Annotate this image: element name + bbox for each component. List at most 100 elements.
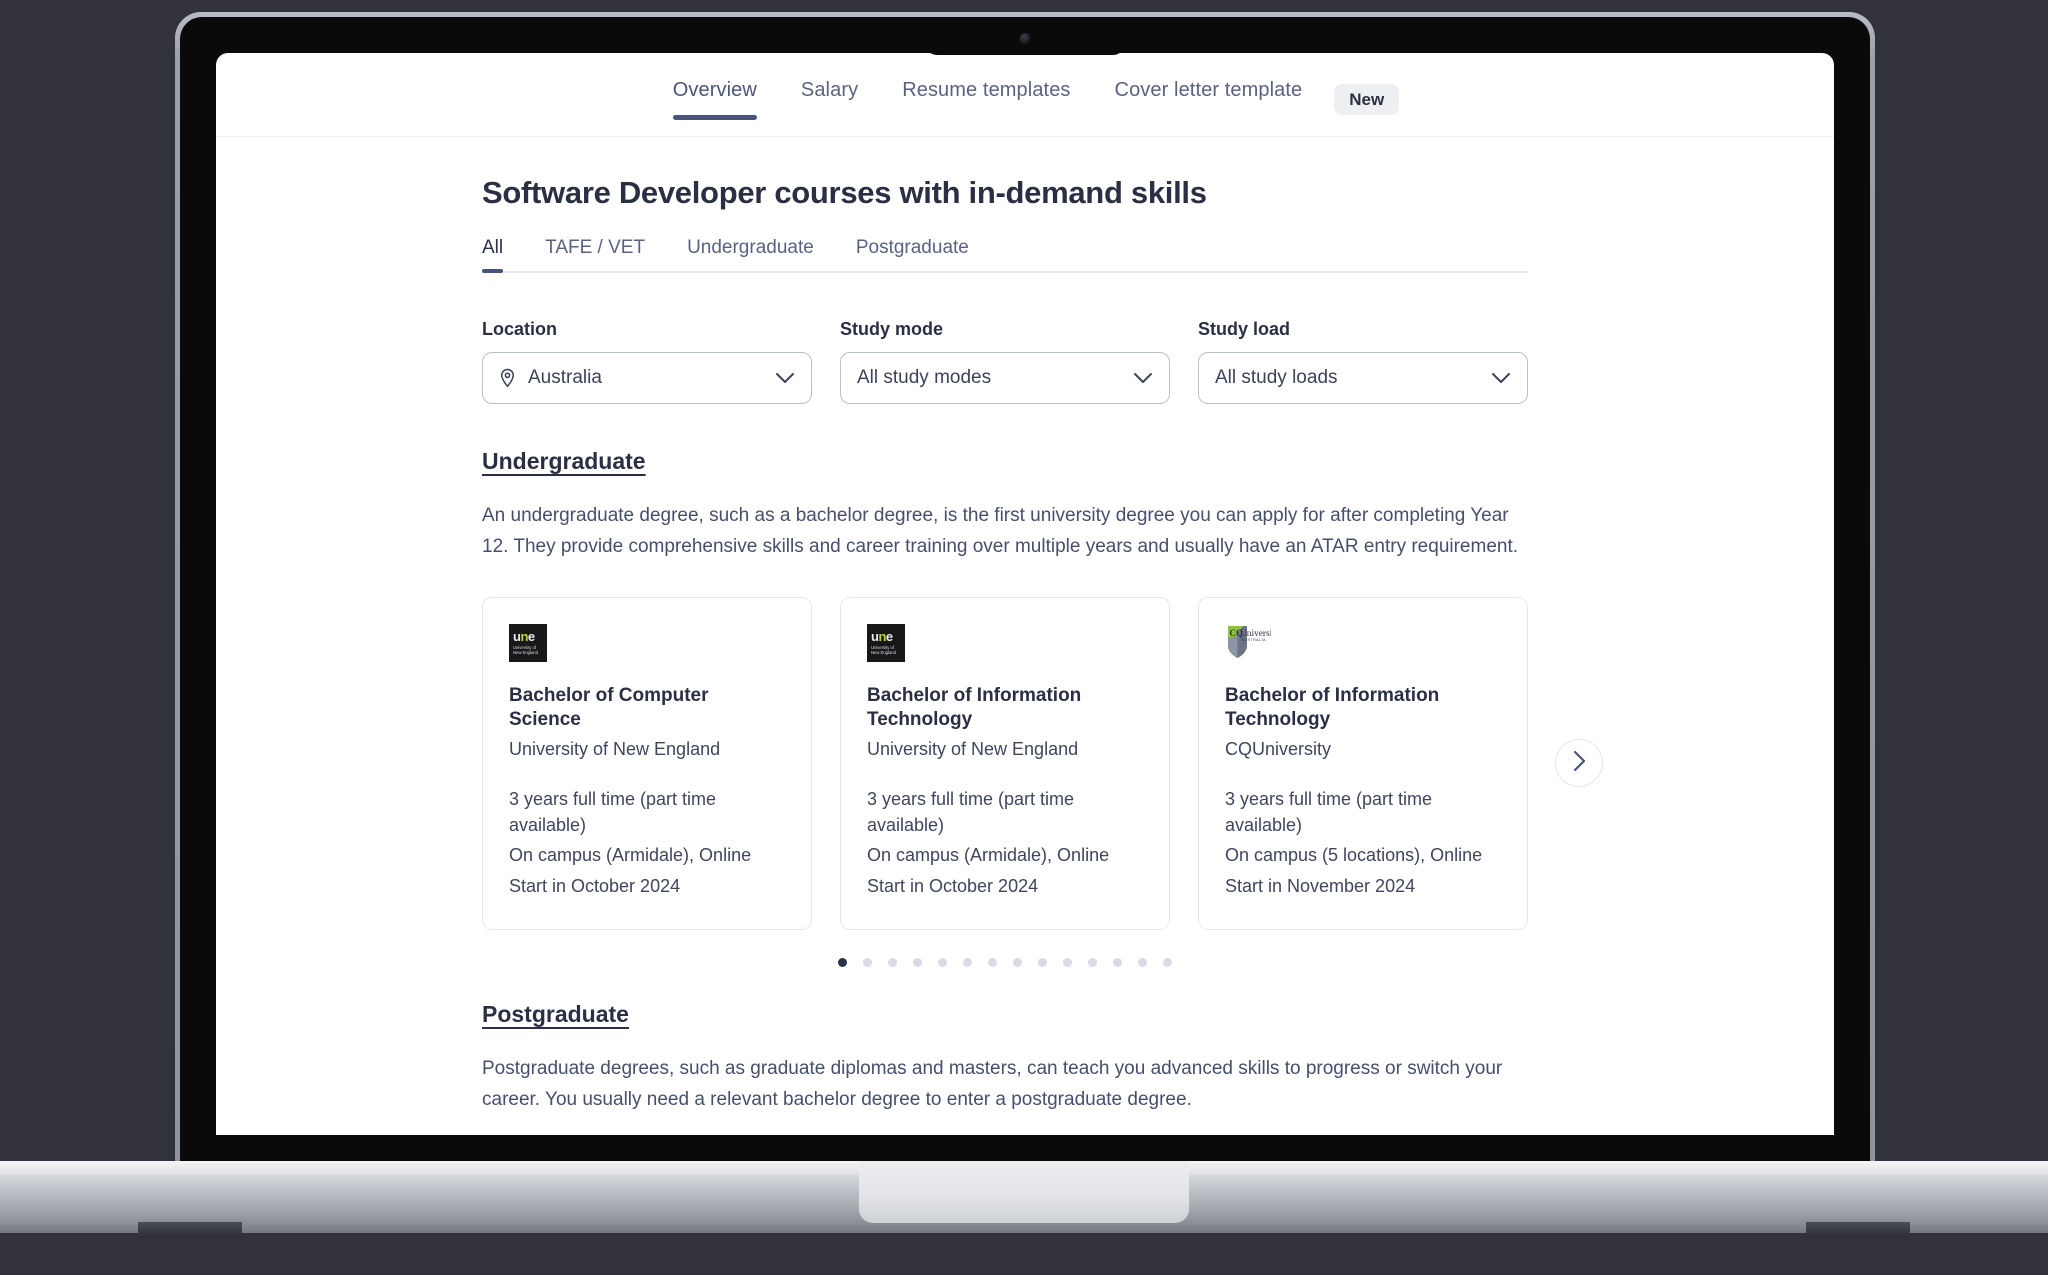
- course-meta: 3 years full time (part time available) …: [509, 786, 785, 899]
- tab-resume-templates-label: Resume templates: [902, 79, 1071, 101]
- course-card[interactable]: une University of New England Bachelor of…: [840, 596, 1170, 930]
- laptop-front-notch: [859, 1161, 1189, 1223]
- webcam-notch: [925, 17, 1125, 55]
- cquniversity-logo-icon: CQ University AUSTRALIA: [1225, 624, 1271, 662]
- laptop-base: [0, 1161, 2048, 1233]
- course-meta: 3 years full time (part time available) …: [867, 786, 1143, 899]
- location-select[interactable]: Australia: [482, 352, 812, 404]
- subtab-tafe-vet[interactable]: TAFE / VET: [545, 237, 645, 273]
- chevron-down-icon: [1491, 372, 1511, 384]
- subtab-postgraduate-label: Postgraduate: [855, 237, 969, 258]
- page-content: Software Developer courses with in-deman…: [216, 137, 1834, 1116]
- laptop-foot-right: [1806, 1222, 1910, 1238]
- course-card[interactable]: une University of New England Bachelor of…: [482, 596, 812, 930]
- une-logo-icon: une University of New England: [867, 623, 905, 662]
- course-title: Bachelor of Information Technology: [1225, 684, 1440, 731]
- laptop-bezel: Overview Salary Resume templates Cover l…: [180, 17, 1870, 1172]
- course-title: Bachelor of Computer Science: [509, 684, 709, 731]
- map-pin-icon: [499, 368, 516, 388]
- top-navigation: Overview Salary Resume templates Cover l…: [216, 53, 1834, 137]
- study-load-select[interactable]: All study loads: [1198, 352, 1528, 404]
- course-duration: 3 years full time (part time available): [867, 788, 1075, 836]
- course-level-tabs: All TAFE / VET Undergraduate Postgraduat…: [482, 237, 1528, 273]
- une-logo-icon: une University of New England: [509, 623, 547, 662]
- webcam-icon: [1019, 33, 1031, 44]
- tab-resume-templates[interactable]: Resume templates: [880, 79, 1092, 120]
- carousel-dot[interactable]: [1063, 957, 1072, 967]
- chevron-down-icon: [1133, 372, 1153, 384]
- carousel-dot[interactable]: [863, 957, 872, 967]
- laptop-foot-left: [138, 1222, 242, 1238]
- tab-overview[interactable]: Overview: [651, 79, 779, 120]
- carousel-dot[interactable]: [838, 957, 847, 967]
- filter-location-label: Location: [482, 319, 557, 339]
- carousel-dot[interactable]: [1013, 957, 1022, 967]
- subtab-all-label: All: [482, 237, 504, 258]
- study-mode-select[interactable]: All study modes: [840, 352, 1170, 404]
- course-duration: 3 years full time (part time available): [509, 788, 717, 836]
- tab-cover-letter-template-label: Cover letter template: [1114, 79, 1303, 101]
- carousel-dot[interactable]: [988, 957, 997, 967]
- tab-overview-label: Overview: [672, 79, 757, 101]
- undergraduate-section: Undergraduate An undergraduate degree, s…: [482, 448, 1603, 967]
- page-title: Software Developer courses with in-deman…: [482, 175, 1207, 210]
- course-delivery: On campus (Armidale), Online: [509, 845, 752, 866]
- new-badge: New: [1334, 84, 1400, 115]
- study-mode-select-value: All study modes: [857, 367, 992, 388]
- postgraduate-description: Postgraduate degrees, such as graduate d…: [482, 1057, 1503, 1110]
- subtab-undergraduate[interactable]: Undergraduate: [687, 237, 814, 273]
- course-start: Start in October 2024: [509, 875, 681, 896]
- postgraduate-heading[interactable]: Postgraduate: [482, 1001, 629, 1028]
- study-load-select-value: All study loads: [1215, 367, 1338, 388]
- carousel-dot[interactable]: [1113, 957, 1122, 967]
- course-start: Start in November 2024: [1225, 875, 1416, 896]
- location-select-value: Australia: [528, 367, 602, 388]
- carousel-next-button[interactable]: [1555, 739, 1603, 788]
- chevron-right-icon: [1573, 750, 1586, 777]
- filter-study-load-label: Study load: [1198, 319, 1291, 339]
- filter-study-load: Study load All study loads: [1198, 319, 1528, 404]
- tab-salary-label: Salary: [800, 79, 859, 101]
- subtab-postgraduate[interactable]: Postgraduate: [856, 237, 969, 273]
- carousel-dot[interactable]: [1163, 957, 1172, 967]
- carousel-dot[interactable]: [1038, 957, 1047, 967]
- course-card-list: une University of New England Bachelor of…: [482, 596, 1528, 930]
- laptop-lid: Overview Salary Resume templates Cover l…: [175, 12, 1875, 1172]
- course-provider: University of New England: [509, 738, 721, 759]
- course-duration: 3 years full time (part time available): [1225, 788, 1433, 836]
- filter-location: Location Australia: [482, 319, 812, 404]
- course-provider: University of New England: [867, 738, 1079, 759]
- svg-text:AUSTRALIA: AUSTRALIA: [1242, 638, 1267, 642]
- postgraduate-section: Postgraduate Postgraduate degrees, such …: [482, 1001, 1528, 1116]
- course-title: Bachelor of Information Technology: [867, 684, 1082, 731]
- nav-tab-list: Overview Salary Resume templates Cover l…: [651, 79, 1400, 120]
- course-meta: 3 years full time (part time available) …: [1225, 786, 1501, 899]
- carousel-dots: [482, 957, 1528, 967]
- tab-cover-letter-template[interactable]: Cover letter template: [1093, 79, 1325, 120]
- filter-study-mode-label: Study mode: [840, 319, 944, 339]
- carousel-dot[interactable]: [963, 957, 972, 967]
- course-delivery: On campus (5 locations), Online: [1225, 845, 1483, 866]
- content-container: Software Developer courses with in-deman…: [482, 175, 1603, 1116]
- subtab-all[interactable]: All: [482, 237, 504, 273]
- filter-bar: Location Australia Study mode All study …: [482, 319, 1528, 404]
- filter-study-mode: Study mode All study modes: [840, 319, 1170, 404]
- carousel-dot[interactable]: [1088, 957, 1097, 967]
- tab-salary[interactable]: Salary: [779, 79, 880, 120]
- carousel-dot[interactable]: [913, 957, 922, 967]
- course-delivery: On campus (Armidale), Online: [867, 845, 1110, 866]
- course-card[interactable]: CQ University AUSTRALIA Bachelor of Info…: [1198, 596, 1528, 930]
- course-provider: CQUniversity: [1225, 738, 1332, 759]
- laptop-scene: Overview Salary Resume templates Cover l…: [0, 0, 2048, 1275]
- course-start: Start in October 2024: [867, 875, 1039, 896]
- undergraduate-description: An undergraduate degree, such as a bache…: [482, 505, 1519, 557]
- browser-screen: Overview Salary Resume templates Cover l…: [216, 53, 1834, 1135]
- undergraduate-carousel: une University of New England Bachelor of…: [482, 596, 1603, 930]
- subtab-undergraduate-label: Undergraduate: [687, 237, 814, 258]
- carousel-dot[interactable]: [888, 957, 897, 967]
- carousel-dot[interactable]: [938, 957, 947, 967]
- undergraduate-heading[interactable]: Undergraduate: [482, 448, 646, 475]
- carousel-dot[interactable]: [1138, 957, 1147, 967]
- chevron-down-icon: [775, 372, 795, 384]
- subtab-tafe-vet-label: TAFE / VET: [545, 237, 646, 258]
